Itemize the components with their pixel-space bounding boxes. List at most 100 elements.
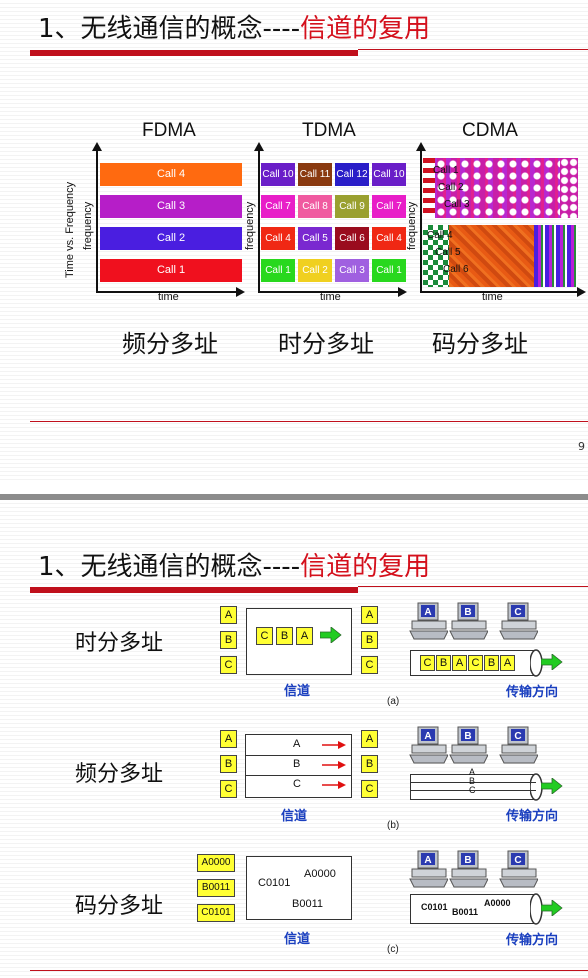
tdma-cell: Call 1: [372, 259, 406, 282]
channel-row-arrow: [322, 781, 346, 789]
tdma-x-arrow: [398, 287, 407, 297]
title-underline-bar: [30, 50, 358, 56]
source-code-box: C0101: [197, 904, 235, 922]
pipe-packet: A: [452, 655, 467, 671]
cdma-xlabel: time: [482, 291, 503, 303]
cdma-call-1: Call 1: [433, 165, 459, 176]
pipe-packet: B: [436, 655, 451, 671]
pipe-packet: A: [500, 655, 515, 671]
tdma-header: TDMA: [302, 120, 356, 141]
cdma-call-4: Call 4: [427, 230, 453, 241]
channel-divider: [245, 775, 351, 776]
direction-label: 传输方向: [506, 809, 559, 824]
svg-text:B: B: [464, 855, 471, 866]
source-box: A: [220, 606, 237, 624]
tdma-cell: Call 10: [372, 163, 406, 186]
cdma-call-3: Call 3: [444, 199, 470, 210]
tdma-row-label: 时分多址: [75, 631, 164, 656]
tdma-cell: Call 2: [298, 259, 332, 282]
title-rule: [358, 586, 588, 587]
cdma-top-right-edge: [560, 158, 578, 218]
pipe-packet: B: [484, 655, 499, 671]
fdma-x-arrow: [236, 287, 245, 297]
pipe-packet: C: [420, 655, 435, 671]
tdma-y-axis: [258, 150, 260, 293]
cdma-y-arrow: [416, 142, 426, 151]
computer-icon: A: [409, 850, 448, 888]
tdma-cell: Call 11: [298, 163, 332, 186]
channel-row-label: B: [293, 758, 301, 770]
direction-label: 传输方向: [506, 933, 559, 948]
tdma-cell: Call 8: [298, 195, 332, 218]
direction-label: 传输方向: [506, 685, 559, 700]
cdma-chinese: 码分多址: [432, 330, 528, 358]
svg-text:A: A: [424, 607, 431, 618]
computer-icon: C: [499, 726, 538, 764]
channel-label: 信道: [281, 809, 308, 824]
svg-text:B: B: [464, 731, 471, 742]
destination-box: C: [361, 780, 378, 798]
tdma-cell: Call 7: [372, 195, 406, 218]
channel-row-arrow: [322, 761, 346, 769]
channel-code: C0101: [258, 877, 291, 889]
tdma-cell: Call 1: [261, 259, 295, 282]
title-underline-bar: [30, 587, 358, 593]
channel-code: A0000: [304, 868, 336, 880]
page-number: 9: [578, 440, 585, 453]
fdma-row-label: 频分多址: [75, 762, 164, 787]
channel-row-arrow: [322, 741, 346, 749]
cdma-call-6: Call 6: [443, 264, 469, 275]
tdma-cell: Call 3: [335, 259, 369, 282]
fdma-ylabel2: frequency: [82, 201, 94, 250]
computer-icon: C: [499, 850, 538, 888]
fdma-call-1: Call 1: [100, 259, 242, 282]
channel-arrow: [320, 627, 342, 643]
computer-icon: A: [409, 602, 448, 640]
title-highlight: 信道的复用: [300, 14, 431, 44]
fdma-y-axis: [96, 150, 98, 293]
pipe-code: B0011: [452, 907, 479, 917]
tdma-cell: Call 9: [335, 195, 369, 218]
slide-9: 1、无线通信的概念----信道的复用 FDMA TDMA CDMA Time v…: [0, 0, 588, 482]
cdma-header: CDMA: [462, 120, 518, 141]
destination-box: A: [361, 730, 378, 748]
tdma-cell: Call 6: [335, 227, 369, 250]
tdma-cell: Call 7: [261, 195, 295, 218]
svg-text:C: C: [514, 855, 521, 866]
tdma-cell: Call 5: [298, 227, 332, 250]
channel-label: 信道: [284, 684, 311, 699]
channel-packet: C: [256, 627, 273, 645]
channel-label: 信道: [284, 932, 311, 947]
fdma-call-2: Call 2: [100, 227, 242, 250]
pipe-code: A0000: [484, 898, 511, 908]
channel-row-label: C: [293, 778, 301, 790]
cdma-ylabel: frequency: [406, 201, 418, 250]
multiplexing-diagram: FDMA TDMA CDMA Time vs. Frequency freque…: [30, 110, 588, 310]
fdma-header: FDMA: [142, 120, 196, 141]
footer-rule: [30, 421, 588, 422]
fdma-chinese: 频分多址: [122, 330, 218, 358]
computer-icon: A: [409, 726, 448, 764]
cdma-x-arrow: [577, 287, 586, 297]
tdma-chinese: 时分多址: [278, 330, 374, 358]
source-box: C: [220, 780, 237, 798]
svg-text:C: C: [514, 607, 521, 618]
pipe-lane-label: C: [469, 785, 476, 795]
fdma-xlabel: time: [158, 291, 179, 303]
direction-arrow: [541, 900, 563, 916]
source-code-box: A0000: [197, 854, 235, 872]
tdma-cell: Call 10: [261, 163, 295, 186]
channel-packet: B: [276, 627, 293, 645]
destination-box: B: [361, 755, 378, 773]
computer-icon: B: [449, 850, 488, 888]
fdma-ylabel: Time vs. Frequency: [64, 181, 76, 278]
slide-title: 1、无线通信的概念----信道的复用: [38, 8, 430, 45]
title-prefix: 1、无线通信的概念----: [38, 14, 301, 44]
cdma-y-axis: [420, 150, 422, 293]
source-code-box: B0011: [197, 879, 235, 897]
cdma-row-label: 码分多址: [75, 894, 164, 919]
fdma-call-4: Call 4: [100, 163, 242, 186]
fdma-call-3: Call 3: [100, 195, 242, 218]
destination-box: B: [361, 631, 378, 649]
svg-text:A: A: [424, 731, 431, 742]
